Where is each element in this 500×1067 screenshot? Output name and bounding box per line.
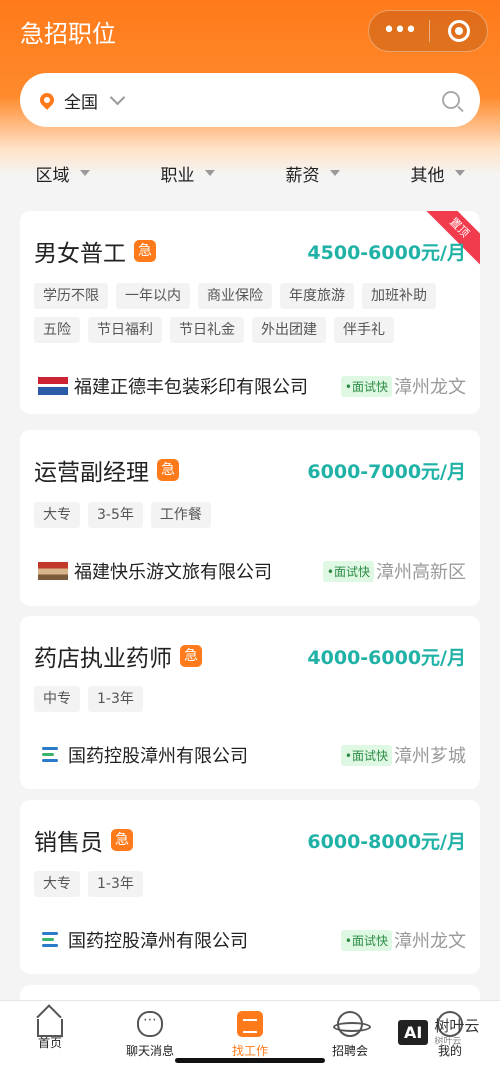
company-row[interactable]: 国药控股漳州有限公司 •面试快 漳州芗城	[38, 740, 466, 770]
salary: 6000-7000元/月	[307, 460, 466, 483]
tag-list: 学历不限 一年以内 商业保险 年度旅游 加班补助 五险 节日福利 节日礼金 外出…	[34, 283, 470, 351]
caret-down-icon	[454, 170, 465, 176]
search-bar[interactable]: 全国	[20, 73, 480, 127]
home-icon	[37, 1019, 63, 1037]
page-title: 急招职位	[20, 20, 116, 48]
search-icon[interactable]	[442, 91, 460, 109]
tag: 节日礼金	[170, 317, 244, 343]
salary: 4500-6000元/月	[307, 241, 466, 264]
filter-salary[interactable]: 薪资	[250, 150, 375, 196]
tag: 年度旅游	[280, 283, 354, 309]
tag: 3-5年	[88, 502, 143, 528]
fast-interview-badge: •面试快	[340, 744, 392, 766]
tag: 一年以内	[116, 283, 190, 309]
job-card[interactable]: 运营副经理 急 6000-7000元/月 大专 3-5年 工作餐 福建快乐游文旅…	[20, 430, 480, 606]
fast-interview-badge: •面试快	[322, 560, 374, 582]
job-area: 漳州芗城	[394, 746, 466, 767]
company-row[interactable]: 福建快乐游文旅有限公司 •面试快 漳州高新区	[38, 556, 466, 586]
tag: 五险	[34, 317, 80, 343]
job-area: 漳州高新区	[376, 562, 466, 583]
location-label[interactable]: 全国	[64, 88, 98, 113]
urgent-badge: 急	[111, 829, 133, 851]
tag: 大专	[34, 502, 80, 528]
job-area: 漳州龙文	[394, 377, 466, 398]
salary: 4000-6000元/月	[307, 646, 466, 669]
tag: 1-3年	[88, 686, 143, 712]
caret-down-icon	[329, 170, 340, 176]
location-pin-icon	[37, 90, 57, 110]
filter-occupation[interactable]: 职业	[125, 150, 250, 196]
tag-list: 大专 1-3年	[34, 871, 470, 905]
urgent-badge: 急	[134, 240, 156, 262]
tag: 节日福利	[88, 317, 162, 343]
filter-bar: 区域 职业 薪资 其他	[0, 150, 500, 196]
filter-region[interactable]: 区域	[0, 150, 125, 196]
company-name: 福建正德丰包装彩印有限公司	[74, 377, 308, 398]
urgent-badge: 急	[157, 459, 179, 481]
company-name: 福建快乐游文旅有限公司	[74, 562, 272, 583]
tag: 外出团建	[252, 317, 326, 343]
tag: 中专	[34, 686, 80, 712]
job-area: 漳州龙文	[394, 931, 466, 952]
tab-home[interactable]: 首页	[0, 1001, 100, 1067]
tag: 学历不限	[34, 283, 108, 309]
tab-label: 找工作	[231, 1044, 268, 1058]
tag-list: 大专 3-5年 工作餐	[34, 502, 470, 536]
job-card[interactable]: 药店执业药师 急 4000-6000元/月 中专 1-3年 国药控股漳州有限公司…	[20, 616, 480, 789]
urgent-badge: 急	[180, 645, 202, 667]
planet-icon	[333, 1011, 371, 1037]
company-row[interactable]: 国药控股漳州有限公司 •面试快 漳州龙文	[38, 925, 466, 955]
tag-list: 中专 1-3年	[34, 686, 470, 720]
watermark-name: 树叶云	[434, 1017, 480, 1035]
watermark: AI 树叶云 树叶云	[398, 1018, 479, 1047]
chat-bubble-icon	[137, 1011, 163, 1037]
fast-interview-badge: •面试快	[340, 929, 392, 951]
tab-label: 聊天消息	[125, 1044, 174, 1058]
company-row[interactable]: 福建正德丰包装彩印有限公司 •面试快 漳州龙文	[38, 371, 466, 401]
job-card[interactable]: 销售员 急 6000-8000元/月 大专 1-3年 国药控股漳州有限公司 •面…	[20, 800, 480, 974]
close-target-icon[interactable]	[430, 20, 487, 42]
tag: 伴手礼	[334, 317, 394, 343]
filter-other[interactable]: 其他	[375, 150, 500, 196]
more-menu-icon[interactable]: •••	[369, 10, 429, 52]
company-logo	[38, 928, 62, 952]
tag: 大专	[34, 871, 80, 897]
salary: 6000-8000元/月	[307, 830, 466, 853]
job-title: 药店执业药师	[34, 646, 172, 672]
job-title: 销售员	[34, 830, 103, 856]
tag: 加班补助	[362, 283, 436, 309]
caret-down-icon	[79, 170, 90, 176]
mini-program-capsule: •••	[368, 10, 488, 52]
watermark-sub: 树叶云	[434, 1037, 462, 1047]
home-indicator	[175, 1058, 325, 1063]
job-title: 运营副经理	[34, 460, 149, 486]
tag: 1-3年	[88, 871, 143, 897]
caret-down-icon	[204, 170, 215, 176]
job-title: 男女普工	[34, 241, 126, 267]
tag: 商业保险	[198, 283, 272, 309]
tab-label: 招聘会	[331, 1044, 368, 1058]
find-job-icon	[237, 1011, 263, 1037]
chevron-down-icon[interactable]	[109, 89, 126, 105]
company-logo	[38, 377, 68, 395]
company-logo	[38, 562, 68, 580]
job-card[interactable]: 置顶 男女普工 急 4500-6000元/月 学历不限 一年以内 商业保险 年度…	[20, 211, 480, 414]
company-name: 国药控股漳州有限公司	[68, 746, 248, 767]
company-name: 国药控股漳州有限公司	[68, 931, 248, 952]
company-logo	[38, 743, 62, 767]
watermark-ai-badge: AI	[398, 1020, 429, 1045]
tag: 工作餐	[150, 502, 211, 528]
fast-interview-badge: •面试快	[340, 375, 392, 397]
